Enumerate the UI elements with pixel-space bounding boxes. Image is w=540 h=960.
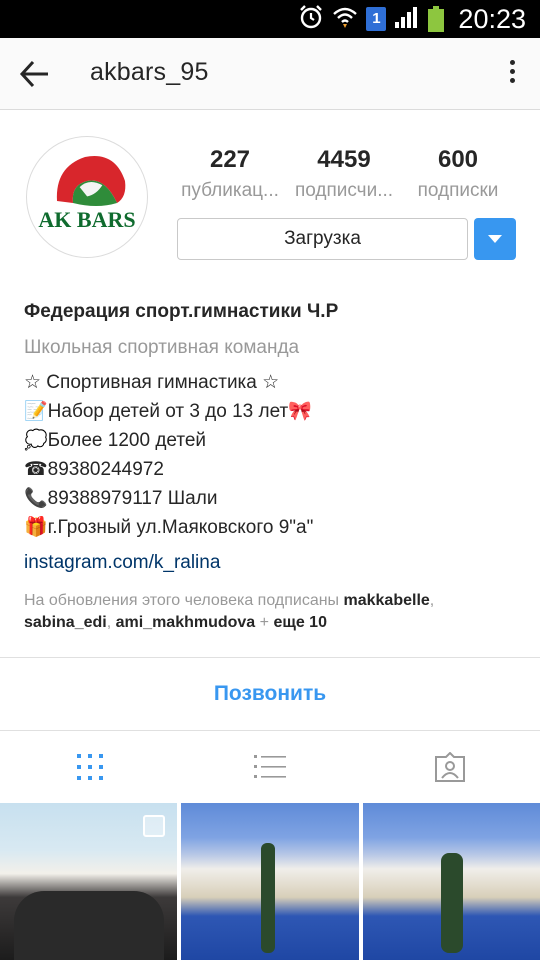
gymnast-figure [261, 843, 276, 953]
tagged-person-icon [435, 752, 465, 782]
bio-line: 📞89388979117 Шали [24, 488, 218, 509]
bio-website-link[interactable]: instagram.com/k_ralina [24, 550, 524, 576]
app-header: akbars_95 [0, 38, 540, 110]
gymnast-figure [440, 853, 463, 953]
follow-button[interactable]: Загрузка [177, 218, 468, 260]
profile-tabs [0, 731, 540, 803]
alarm-icon [298, 4, 324, 35]
status-time: 20:23 [458, 3, 526, 34]
group-photo-people [14, 891, 164, 960]
list-icon [254, 755, 286, 778]
bio-line: ☎89380244972 [24, 459, 164, 480]
profile-username: akbars_95 [90, 58, 209, 86]
followers-label: подписчи... [294, 180, 394, 201]
avatar-logo-text: AK BARS [38, 207, 136, 232]
notification-badge: 1 [366, 7, 387, 31]
profile-full-name: Федерация спорт.гимнастики Ч.Р [24, 301, 339, 322]
followed-user[interactable]: ami_makhmudova [116, 614, 256, 631]
ak-bars-logo [56, 156, 126, 206]
stat-following[interactable]: 600 подписки [404, 146, 512, 202]
stat-followers[interactable]: 4459 подписчи... [290, 146, 398, 202]
grid-icon [77, 754, 103, 780]
followed-by-prefix: На обновления этого человека подписаны [24, 592, 340, 609]
bio-line: ☆ Спортивная гимнастика ☆ [24, 372, 280, 393]
post-thumbnail[interactable] [181, 803, 359, 960]
posts-grid [0, 803, 540, 960]
bio-text: ☆ Спортивная гимнастика ☆ 📝Набор детей о… [24, 368, 524, 542]
profile-avatar[interactable]: AK BARS [26, 136, 148, 258]
battery-icon [428, 6, 445, 32]
tab-tagged[interactable] [360, 731, 540, 803]
back-button[interactable] [18, 58, 52, 90]
wifi-icon [332, 5, 358, 34]
more-vertical-icon [502, 60, 522, 83]
stat-posts[interactable]: 227 публикац... [176, 146, 284, 202]
tab-grid-view[interactable] [0, 731, 180, 803]
profile-category: Школьная спортивная команда [24, 337, 300, 358]
followed-user[interactable]: makkabelle [344, 592, 430, 609]
more-options-button[interactable] [502, 60, 522, 90]
followed-by-text[interactable]: На обновления этого человека подписаны m… [24, 590, 524, 634]
followed-user[interactable]: sabina_edi [24, 614, 107, 631]
profile-bio: Федерация спорт.гимнастики Ч.Р Школьная … [24, 300, 524, 634]
following-label: подписки [417, 180, 499, 201]
chevron-down-icon [488, 235, 502, 243]
followers-count: 4459 [317, 146, 371, 173]
arrow-left-icon [19, 60, 48, 88]
suggested-dropdown-button[interactable] [474, 218, 516, 260]
status-bar: 1 20:23 [0, 0, 540, 38]
profile-stats: 227 публикац... 4459 подписчи... 600 под… [176, 146, 512, 202]
tab-list-view[interactable] [180, 731, 360, 803]
signal-icon [394, 5, 420, 34]
posts-label: публикац... [181, 180, 279, 201]
bio-line: 🎁г.Грозный ул.Маяковского 9"а" [24, 517, 314, 538]
bio-line: 📝Набор детей от 3 до 13 лет🎀 [24, 401, 312, 422]
followed-more[interactable]: еще 10 [273, 614, 327, 631]
call-button[interactable]: Позвонить [0, 658, 540, 730]
bio-line: 💭Более 1200 детей [24, 430, 207, 451]
following-count: 600 [437, 146, 479, 173]
multiple-photos-icon [143, 815, 166, 837]
post-thumbnail[interactable] [0, 803, 178, 960]
posts-count: 227 [209, 146, 251, 173]
post-thumbnail[interactable] [362, 803, 540, 960]
